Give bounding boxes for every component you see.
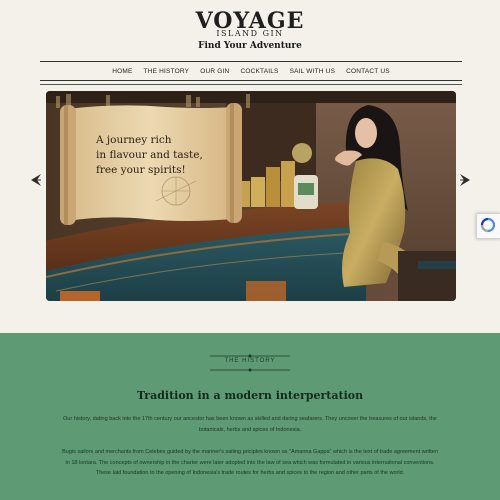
main-nav: HOME THE HISTORY OUR GIN COCKTAILS SAIL … [40, 61, 462, 81]
section-label: THE HISTORY [224, 358, 276, 364]
nav-item-home[interactable]: HOME [112, 68, 132, 75]
nav-item-cocktails[interactable]: COCKTAILS [240, 68, 278, 75]
site-header: VOYAGE ISLAND GIN Find Your Adventure [0, 0, 500, 60]
recaptcha-badge[interactable] [476, 213, 500, 239]
nav-item-the-history[interactable]: THE HISTORY [144, 68, 190, 75]
hero-headline: A journey rich in flavour and taste, fre… [96, 133, 266, 178]
history-title: Tradition in a modern interpertation [136, 389, 364, 402]
hero-line-3: free your spirits! [96, 164, 186, 176]
nav-item-contact-us[interactable]: CONTACT US [346, 68, 390, 75]
brand-tagline: Find Your Adventure [198, 41, 302, 51]
brand-subtitle: ISLAND GIN [216, 29, 284, 38]
recaptcha-icon [480, 217, 496, 233]
slider-prev-arrow-icon[interactable] [30, 172, 42, 186]
slider-next-arrow-icon[interactable] [459, 172, 471, 186]
nav-item-our-gin[interactable]: OUR GIN [200, 68, 229, 75]
nav-item-sail-with-us[interactable]: SAIL WITH US [290, 68, 336, 75]
hero-image [46, 91, 456, 301]
nav-divider [40, 84, 462, 85]
hero-line-1: A journey rich [96, 134, 172, 146]
hero-line-2: in flavour and taste, [96, 149, 203, 161]
history-paragraph-2: Bugis sailors and merchants from Celebes… [62, 449, 438, 476]
hero-slider[interactable]: A journey rich in flavour and taste, fre… [46, 91, 456, 301]
history-paragraph-1: Our history, dating back into the 17th c… [63, 416, 437, 433]
